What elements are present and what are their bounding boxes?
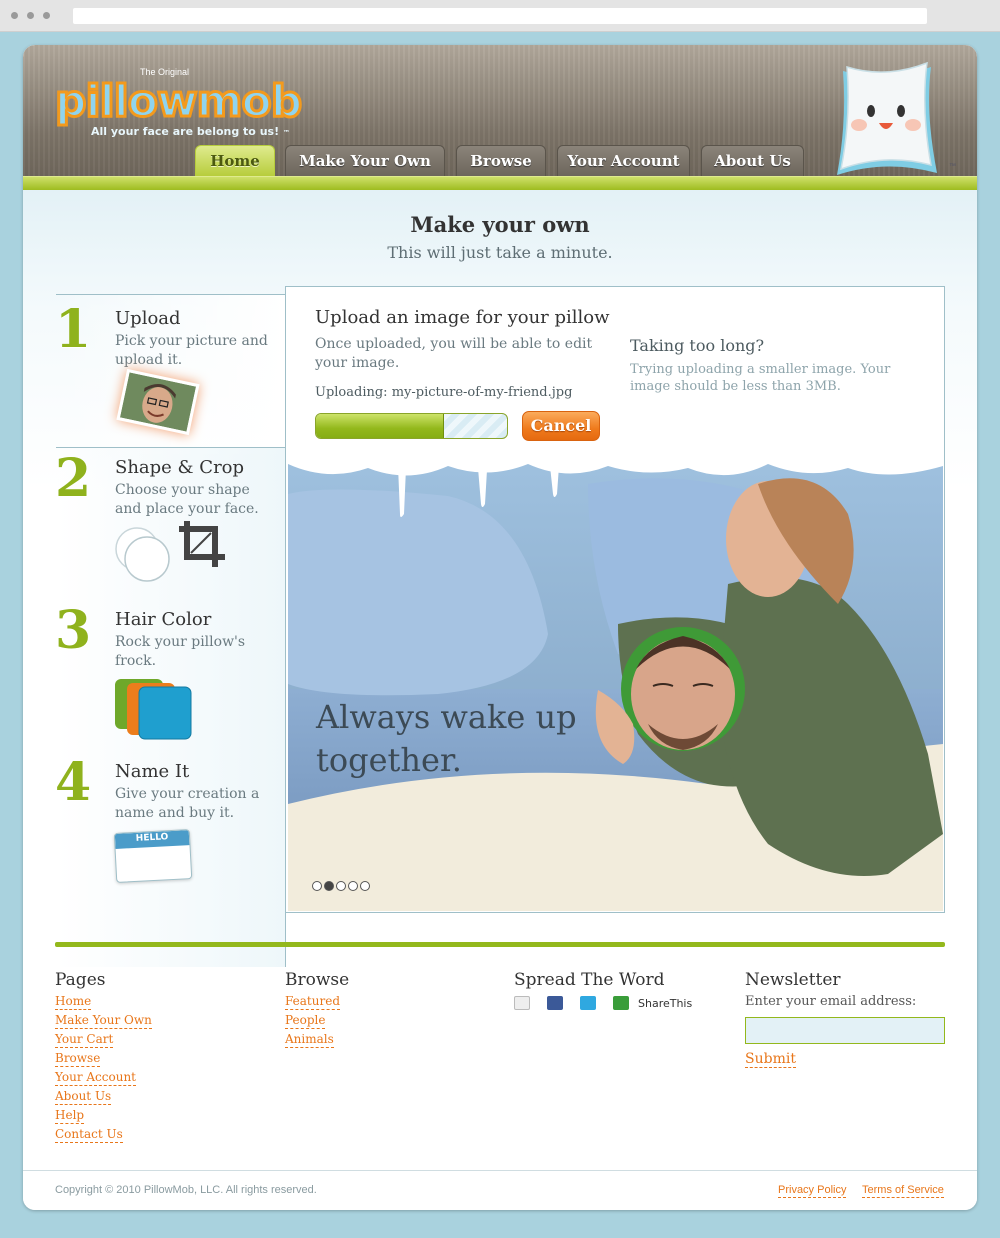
sharethis-icon[interactable] — [613, 996, 629, 1010]
footer-link-home[interactable]: Home — [55, 994, 92, 1010]
taking-too-long-title: Taking too long? — [630, 336, 765, 355]
footer-link-contact-us[interactable]: Contact Us — [55, 1127, 123, 1143]
progress-fill — [316, 414, 444, 438]
step-title: Upload — [115, 308, 181, 329]
footer-pages: Pages Home Make Your Own Your Cart Brows… — [55, 970, 152, 1146]
cancel-button[interactable]: Cancel — [522, 411, 600, 441]
step-upload: 1 Upload Pick your picture and upload it… — [55, 304, 295, 448]
window-dot — [11, 12, 18, 19]
footer-spread-heading: Spread The Word — [514, 970, 665, 990]
fur-swatches-icon — [115, 677, 195, 741]
slide-caption: Always wake up together. — [316, 698, 577, 779]
footer-link-your-cart[interactable]: Your Cart — [55, 1032, 114, 1048]
name-tag-icon: HELLO — [113, 829, 193, 883]
privacy-policy-link[interactable]: Privacy Policy — [778, 1184, 847, 1198]
upload-desc: Once uploaded, you will be able to edit … — [315, 336, 593, 371]
site-header: The Original pillowmob All your face are… — [23, 45, 977, 193]
tagline-text: All your face are belong to us! — [91, 125, 280, 138]
newsletter-email-input[interactable] — [745, 1017, 945, 1044]
slide-dot[interactable] — [348, 881, 358, 891]
header-green-bar — [23, 176, 977, 190]
window-dot — [27, 12, 34, 19]
name-tag-hello: HELLO — [114, 830, 190, 849]
tab-your-account[interactable]: Your Account — [557, 145, 690, 176]
newsletter-submit-button[interactable]: Submit — [745, 1051, 796, 1068]
footer-link-people[interactable]: People — [285, 1013, 326, 1029]
step-desc: Choose your shape and place your face. — [115, 482, 259, 517]
step-number: 1 — [55, 299, 92, 360]
tab-browse[interactable]: Browse — [456, 145, 546, 176]
page-title: Make your own — [410, 212, 590, 237]
footer-browse-heading: Browse — [285, 970, 350, 990]
step-title: Hair Color — [115, 609, 212, 630]
footer-link-your-account[interactable]: Your Account — [55, 1070, 136, 1086]
upload-progress-bar — [315, 413, 508, 439]
footer-spread: Spread The Word ShareThis — [514, 970, 692, 1010]
upload-panel: Upload an image for your pillow Once upl… — [285, 286, 945, 913]
slide-dots — [312, 876, 372, 891]
step-title: Shape & Crop — [115, 457, 245, 478]
main-content: Make your own This will just take a minu… — [23, 190, 977, 1170]
facebook-icon[interactable] — [547, 996, 563, 1010]
footer-link-help[interactable]: Help — [55, 1108, 85, 1124]
step-number: 3 — [55, 600, 92, 661]
step-shape-crop: 2 Shape & Crop Choose your shape and pla… — [55, 453, 295, 597]
footer-pages-heading: Pages — [55, 970, 106, 990]
bottom-bar: Copyright © 2010 PillowMob, LLC. All rig… — [23, 1170, 977, 1210]
step-desc: Rock your pillow's frock. — [115, 634, 246, 669]
crop-icon — [177, 519, 227, 569]
browser-chrome — [0, 0, 1000, 32]
logo-tagline: All your face are belong to us! ™ — [91, 125, 290, 138]
footer-link-browse[interactable]: Browse — [55, 1051, 101, 1067]
tab-make-your-own[interactable]: Make Your Own — [285, 145, 445, 176]
page-subtitle: This will just take a minute. — [387, 243, 613, 262]
tab-home[interactable]: Home — [195, 145, 275, 176]
footer-divider — [55, 942, 945, 947]
footer-link-about-us[interactable]: About Us — [55, 1089, 112, 1105]
slide-photo — [288, 454, 943, 911]
address-bar[interactable] — [73, 8, 927, 24]
terms-of-service-link[interactable]: Terms of Service — [862, 1184, 944, 1198]
copyright: Copyright © 2010 PillowMob, LLC. All rig… — [55, 1184, 317, 1196]
step-hair-color: 3 Hair Color Rock your pillow's frock. — [55, 605, 295, 749]
footer-link-make-your-own[interactable]: Make Your Own — [55, 1013, 152, 1029]
pillow-mascot-icon: ™ — [831, 61, 956, 179]
step-name-it: 4 Name It Give your creation a name and … — [55, 757, 295, 901]
footer-browse: Browse Featured People Animals — [285, 970, 349, 1051]
step-desc: Pick your picture and upload it. — [115, 333, 268, 368]
taking-too-long-desc: Trying uploading a smaller image. Your i… — [630, 362, 891, 394]
step-number: 2 — [55, 448, 92, 509]
tab-about-us[interactable]: About Us — [701, 145, 804, 176]
sharethis-label[interactable]: ShareThis — [638, 997, 692, 1010]
twitter-icon[interactable] — [580, 996, 596, 1010]
site-frame: The Original pillowmob All your face are… — [23, 45, 977, 1210]
step-desc: Give your creation a name and buy it. — [115, 786, 260, 821]
mascot-trademark: ™ — [949, 163, 956, 170]
slide-dot[interactable] — [312, 881, 322, 891]
logo-wordmark: pillowmob — [53, 75, 303, 128]
slide-dot[interactable] — [336, 881, 346, 891]
footer-newsletter: Newsletter Enter your email address: Sub… — [745, 970, 945, 1068]
trademark: ™ — [282, 129, 290, 137]
slide-dot[interactable] — [324, 881, 334, 891]
slideshow: Always wake up together. — [288, 454, 943, 911]
window-dot — [43, 12, 50, 19]
step-number: 4 — [55, 752, 92, 813]
footer-newsletter-heading: Newsletter — [745, 970, 841, 990]
circle-shapes-icon — [115, 523, 175, 583]
share-bar: ShareThis — [514, 996, 692, 1010]
footer-link-featured[interactable]: Featured — [285, 994, 340, 1010]
upload-title: Upload an image for your pillow — [315, 307, 610, 328]
newsletter-label: Enter your email address: — [745, 994, 917, 1009]
footer-link-animals[interactable]: Animals — [285, 1032, 334, 1048]
step-title: Name It — [115, 761, 190, 782]
upload-file-label: Uploading: my-picture-of-my-friend.jpg — [315, 385, 573, 400]
slide-dot[interactable] — [360, 881, 370, 891]
photo-thumbnail-icon — [116, 368, 200, 436]
email-icon[interactable] — [514, 996, 530, 1010]
